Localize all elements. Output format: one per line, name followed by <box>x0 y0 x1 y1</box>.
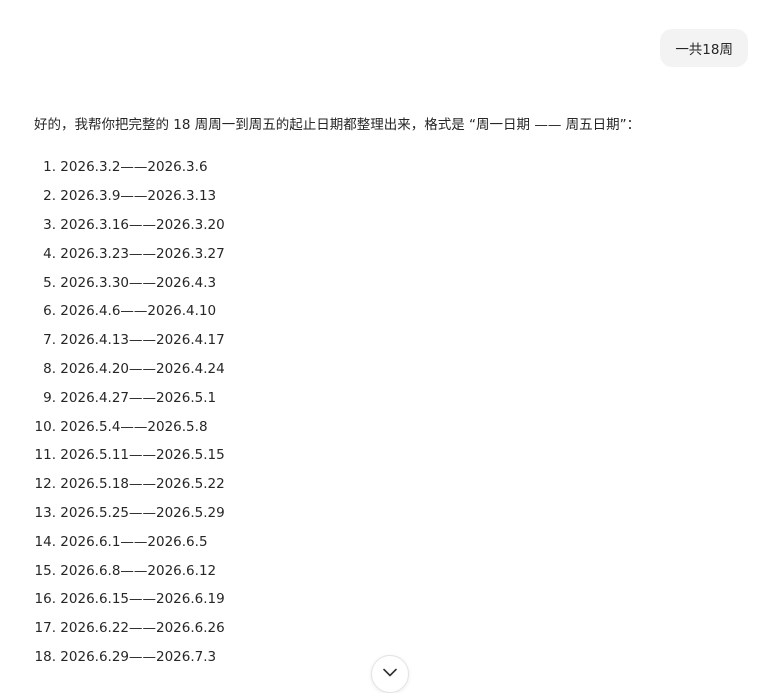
list-item: 1. 2026.3.2——2026.3.6 <box>34 153 225 182</box>
list-item: 4. 2026.3.23——2026.3.27 <box>34 239 225 268</box>
assistant-message: 好的，我帮你把完整的 18 周周一到周五的起止日期都整理出来，格式是 “周一日期… <box>34 114 754 665</box>
list-item-number: 13. <box>34 504 56 521</box>
list-item-date-range: 2026.4.13——2026.4.17 <box>60 332 225 349</box>
list-item-date-range: 2026.6.22——2026.6.26 <box>60 620 225 637</box>
list-item-date-range: 2026.5.4——2026.5.8 <box>60 418 208 435</box>
list-item-number: 12. <box>34 476 56 493</box>
list-item: 15. 2026.6.8——2026.6.12 <box>34 556 225 585</box>
list-item: 3. 2026.3.16——2026.3.20 <box>34 211 225 240</box>
list-item-number: 17. <box>34 620 56 637</box>
list-item-date-range: 2026.6.8——2026.6.12 <box>60 562 217 579</box>
list-item-date-range: 2026.4.20——2026.4.24 <box>60 360 225 377</box>
list-item: 9. 2026.4.27——2026.5.1 <box>34 383 225 412</box>
list-item-number: 6. <box>43 303 56 320</box>
list-item: 6. 2026.4.6——2026.4.10 <box>34 297 225 326</box>
user-message-text: 一共18周 <box>675 42 733 58</box>
list-item-date-range: 2026.4.6——2026.4.10 <box>60 303 217 320</box>
list-item: 7. 2026.4.13——2026.4.17 <box>34 326 225 355</box>
list-item-number: 14. <box>34 533 56 550</box>
list-item: 12. 2026.5.18——2026.5.22 <box>34 470 225 499</box>
list-item-number: 3. <box>43 216 56 233</box>
list-item-number: 16. <box>34 591 56 608</box>
list-item-number: 4. <box>43 245 56 262</box>
chevron-down-icon <box>383 668 397 677</box>
list-item-number: 15. <box>34 562 56 579</box>
list-item-date-range: 2026.5.18——2026.5.22 <box>60 476 225 493</box>
list-item: 2. 2026.3.9——2026.3.13 <box>34 182 225 211</box>
list-item-date-range: 2026.4.27——2026.5.1 <box>60 389 217 406</box>
list-item: 10. 2026.5.4——2026.5.8 <box>34 412 225 441</box>
list-item: 17. 2026.6.22——2026.6.26 <box>34 614 225 643</box>
scroll-to-bottom-button[interactable] <box>371 655 409 693</box>
list-item-date-range: 2026.5.25——2026.5.29 <box>60 504 225 521</box>
list-item-date-range: 2026.3.9——2026.3.13 <box>60 188 217 205</box>
list-item: 18. 2026.6.29——2026.7.3 <box>34 643 225 672</box>
list-item-number: 11. <box>34 447 56 464</box>
list-item: 16. 2026.6.15——2026.6.19 <box>34 585 225 614</box>
list-item-number: 8. <box>43 360 56 377</box>
list-item-date-range: 2026.5.11——2026.5.15 <box>60 447 225 464</box>
list-item-number: 7. <box>43 332 56 349</box>
list-item-date-range: 2026.3.30——2026.4.3 <box>60 274 217 291</box>
chat-area: 一共18周 好的，我帮你把完整的 18 周周一到周五的起止日期都整理出来，格式是… <box>0 0 772 693</box>
list-item-date-range: 2026.3.16——2026.3.20 <box>60 216 225 233</box>
user-message-bubble: 一共18周 <box>660 29 748 67</box>
list-item-number: 2. <box>43 188 56 205</box>
list-item-date-range: 2026.3.2——2026.3.6 <box>60 159 208 176</box>
list-item-date-range: 2026.3.23——2026.3.27 <box>60 245 225 262</box>
list-item-date-range: 2026.6.1——2026.6.5 <box>60 533 208 550</box>
list-item-number: 18. <box>34 648 56 665</box>
list-item-date-range: 2026.6.29——2026.7.3 <box>60 648 217 665</box>
list-item-number: 10. <box>34 418 56 435</box>
list-item: 8. 2026.4.20——2026.4.24 <box>34 355 225 384</box>
list-item: 11. 2026.5.11——2026.5.15 <box>34 441 225 470</box>
list-item-date-range: 2026.6.15——2026.6.19 <box>60 591 225 608</box>
list-item: 14. 2026.6.1——2026.6.5 <box>34 527 225 556</box>
list-item-number: 9. <box>43 389 56 406</box>
list-item-number: 5. <box>43 274 56 291</box>
list-item: 5. 2026.3.30——2026.4.3 <box>34 268 225 297</box>
list-item: 13. 2026.5.25——2026.5.29 <box>34 499 225 528</box>
list-item-number: 1. <box>43 159 56 176</box>
assistant-intro-text: 好的，我帮你把完整的 18 周周一到周五的起止日期都整理出来，格式是 “周一日期… <box>34 117 641 133</box>
week-list: 1. 2026.3.2——2026.3.6 2. 2026.3.9——2026.3… <box>34 153 225 671</box>
